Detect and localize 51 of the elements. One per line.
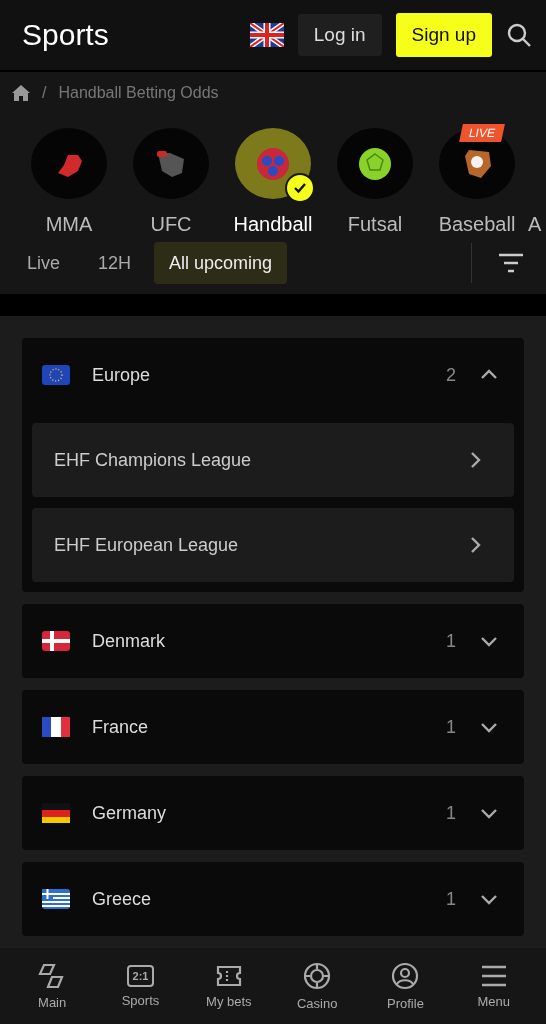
search-icon[interactable] — [506, 22, 532, 48]
event-count: 1 — [446, 716, 456, 738]
region-name[interactable]: Europe — [92, 364, 424, 386]
region-name[interactable]: Denmark — [92, 630, 424, 652]
filter-tab[interactable]: Live — [12, 242, 76, 284]
sport-label[interactable]: Futsal — [347, 213, 403, 236]
flag-icon — [42, 365, 70, 385]
event-count: 1 — [446, 802, 456, 824]
score-icon: 2:1 — [126, 964, 155, 987]
filter-icon[interactable] — [498, 252, 524, 274]
league-row[interactable]: EHF Champions League — [32, 423, 514, 497]
region-name[interactable]: Germany — [92, 802, 424, 824]
flag-icon — [42, 889, 70, 909]
sport-label[interactable]: MMA — [45, 213, 93, 236]
menu-icon — [479, 963, 508, 988]
nav-item[interactable]: Main — [12, 961, 93, 1011]
league-name: EHF European League — [54, 534, 239, 556]
sport-label[interactable]: A — [528, 213, 542, 236]
ball-icon — [357, 145, 393, 182]
flag-icon — [42, 803, 70, 823]
league-name: EHF Champions League — [54, 449, 252, 471]
login-button[interactable]: Log in — [297, 14, 382, 56]
signup-button[interactable]: Sign up — [395, 13, 492, 57]
nav-item[interactable]: Profile — [365, 960, 446, 1012]
nav-item[interactable]: Menu — [453, 962, 534, 1010]
live-badge: LIVE — [459, 124, 505, 142]
nav-item[interactable]: 2:1 Sports — [100, 963, 181, 1009]
filter-tab[interactable]: All upcoming — [154, 242, 288, 284]
chip-icon — [303, 961, 332, 990]
region-name[interactable]: France — [92, 716, 424, 738]
league-row[interactable]: EHF European League — [32, 508, 514, 582]
nav-item[interactable]: Casino — [277, 960, 358, 1012]
nav-item[interactable]: My bets — [188, 962, 269, 1010]
flag-icon — [42, 717, 70, 737]
flag-icon[interactable] — [249, 23, 284, 47]
profile-icon — [391, 961, 420, 990]
event-count: 2 — [446, 364, 456, 386]
sport-label[interactable]: Baseball — [438, 213, 516, 236]
sport-label[interactable]: Handball — [233, 213, 313, 236]
region-name[interactable]: Greece — [92, 888, 424, 910]
home-icon[interactable] — [12, 85, 30, 101]
ticket-icon — [214, 963, 243, 988]
flag-icon — [42, 631, 70, 651]
breadcrumb-separator: / — [42, 84, 47, 102]
ball-icon — [255, 145, 291, 182]
event-count: 1 — [446, 630, 456, 652]
page-title: Sports — [22, 18, 110, 52]
sport-label[interactable]: UFC — [150, 213, 192, 236]
event-count: 1 — [446, 888, 456, 910]
breadcrumb-current: Handball Betting Odds — [58, 84, 219, 102]
filter-tab[interactable]: 12H — [83, 242, 147, 284]
